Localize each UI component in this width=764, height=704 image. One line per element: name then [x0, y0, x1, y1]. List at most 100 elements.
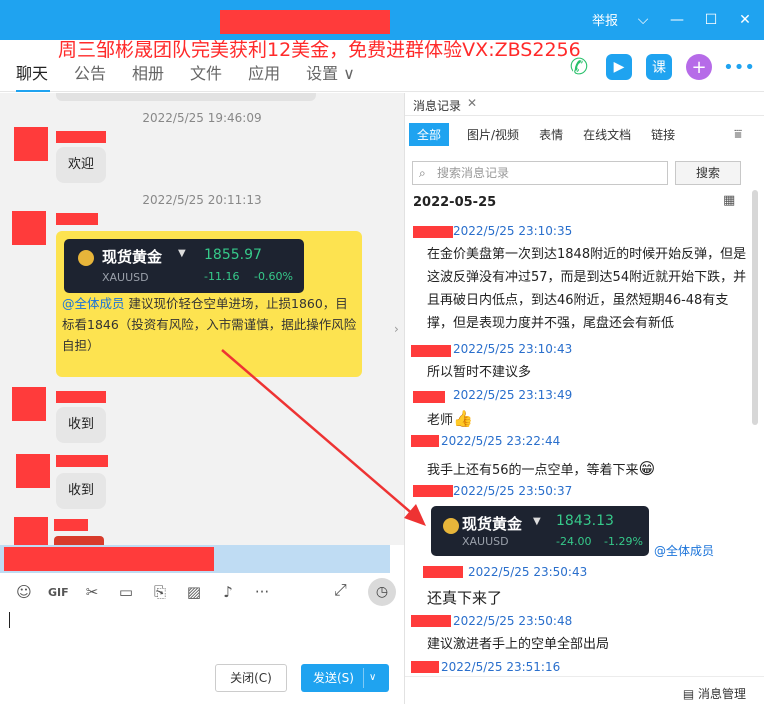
more-icon[interactable]: ••• — [723, 54, 755, 80]
redacted-sender — [56, 131, 106, 143]
video-icon[interactable]: ▶ — [606, 54, 632, 80]
search-button[interactable]: 搜索 — [675, 161, 741, 185]
gold-coin-icon — [78, 250, 94, 266]
redacted-sender — [411, 435, 439, 447]
message-time: 2022/5/25 23:10:35 — [453, 224, 573, 238]
send-separator — [363, 668, 364, 688]
tab-announcement[interactable]: 公告 — [74, 60, 106, 88]
quote-price: 1843.13 — [556, 513, 614, 529]
scissors-icon[interactable]: ✂ — [82, 583, 102, 601]
thumbs-up-icon: 👍 — [453, 409, 473, 428]
quote-change-pct: -1.29% — [604, 535, 643, 548]
close-icon[interactable]: ✕ — [467, 96, 477, 110]
red-packet-preview[interactable] — [54, 536, 104, 545]
more-tools-icon[interactable]: ··· — [252, 583, 272, 601]
tab-apps[interactable]: 应用 — [248, 60, 280, 88]
message-bubble: 收到 — [56, 473, 107, 509]
redacted-sender — [411, 345, 451, 357]
grinning-face-icon: 😁 — [638, 459, 656, 478]
gold-quote-card[interactable]: 现货黄金 ▼ XAUUSD 1843.13 -24.00 -1.29% — [431, 506, 649, 556]
image-icon[interactable]: ▨ — [184, 583, 204, 601]
history-tab-all[interactable]: 全部 — [409, 123, 450, 146]
expand-icon[interactable]: ⤢ — [334, 580, 347, 600]
history-message: 还真下来了 — [427, 589, 503, 607]
minimize-icon[interactable]: — — [668, 12, 686, 28]
history-tab-media[interactable]: 图片/视频 — [465, 126, 521, 143]
class-label: 课 — [652, 60, 666, 76]
gold-coin-icon — [443, 518, 459, 534]
doc-icon[interactable]: ⎘ — [150, 583, 170, 601]
tab-settings[interactable]: 设置 ∨ — [306, 60, 355, 88]
quote-name: 现货黄金 — [462, 515, 523, 533]
message-time: 2022/5/25 23:50:48 — [453, 614, 573, 628]
filter-icon[interactable]: ⩸ — [734, 127, 742, 142]
tab-album[interactable]: 相册 — [132, 60, 164, 88]
message-time: 2022/5/25 23:50:43 — [468, 565, 588, 579]
message-management-link[interactable]: ▤ 消息管理 — [683, 685, 746, 702]
tab-chat[interactable]: 聊天 — [16, 60, 48, 88]
message-bubble: 收到 — [56, 407, 107, 443]
history-tab-stickers[interactable]: 表情 — [537, 126, 565, 143]
redacted-sender — [423, 566, 463, 578]
redacted-sender — [56, 455, 108, 467]
report-link[interactable]: 举报 — [592, 10, 618, 29]
message-bubble: 欢迎 — [56, 147, 107, 183]
quote-symbol: XAUUSD — [462, 535, 509, 548]
redacted-sender — [56, 213, 98, 225]
active-tab-indicator — [16, 90, 50, 92]
caret-down-icon: ▼ — [533, 516, 541, 527]
send-options-chevron-icon[interactable]: ∨ — [369, 664, 376, 692]
search-icon: ⌕ — [419, 166, 426, 180]
quote-symbol: XAUUSD — [102, 271, 149, 284]
highlighted-message: 现货黄金 ▼ XAUUSD 1855.97 -11.16 -0.60% @全体成… — [56, 231, 362, 377]
message-time: 2022/5/25 23:51:16 — [441, 660, 561, 674]
collapse-chevron-icon[interactable]: › — [394, 322, 399, 336]
previous-message-bubble — [56, 93, 316, 101]
redacted-sender — [413, 226, 453, 238]
maximize-icon[interactable]: ☐ — [702, 12, 720, 28]
gif-icon[interactable]: GIF — [48, 586, 69, 599]
avatar[interactable] — [14, 127, 48, 161]
mention-all[interactable]: @全体成员 — [62, 296, 125, 311]
avatar[interactable] — [12, 211, 46, 245]
phone-icon[interactable]: ✆ — [566, 54, 592, 80]
close-icon[interactable]: ✕ — [736, 12, 754, 28]
send-button[interactable]: 发送(S) ∨ — [301, 664, 389, 692]
chevron-down-icon[interactable]: ⌵ — [634, 12, 652, 28]
history-message: 所以暂时不建议多 — [427, 365, 532, 380]
history-message: 老师👍 — [427, 407, 473, 432]
history-tab-docs[interactable]: 在线文档 — [581, 126, 633, 143]
redacted-sender — [54, 519, 88, 531]
message-text: @全体成员 建议现价轻仓空单进场，止损1860，目标看1846（投资有风险，入市… — [62, 293, 358, 356]
quote-change: -24.00 — [556, 535, 592, 548]
emoji-icon[interactable]: ☺ — [14, 583, 34, 601]
class-icon[interactable]: 课 — [646, 54, 672, 80]
message-time: 2022/5/25 23:10:43 — [453, 342, 573, 356]
tab-files[interactable]: 文件 — [190, 60, 222, 88]
folder-icon[interactable]: ▭ — [116, 583, 136, 601]
avatar[interactable] — [12, 387, 46, 421]
history-search-input[interactable]: ⌕ 搜索消息记录 — [412, 161, 668, 185]
calendar-icon[interactable]: ▦ — [723, 193, 735, 208]
quote-name: 现货黄金 — [102, 248, 163, 266]
avatar[interactable] — [14, 517, 48, 545]
history-clock-icon[interactable]: ◷ — [368, 578, 396, 606]
message-text: 老师 — [427, 413, 454, 428]
history-title: 消息记录 — [413, 99, 462, 113]
message-management-icon: ▤ — [682, 687, 695, 701]
plus-icon[interactable]: + — [686, 54, 712, 80]
mention-all[interactable]: @全体成员 — [654, 542, 714, 559]
message-text: 我手上还有56的一点空单，等着下来 — [427, 463, 639, 478]
history-tab-links[interactable]: 链接 — [649, 126, 677, 143]
redacted-sender — [411, 661, 439, 673]
avatar[interactable] — [16, 454, 50, 488]
close-button[interactable]: 关闭(C) — [215, 664, 287, 692]
chat-messages[interactable]: 2022/5/25 19:46:09 欢迎 2022/5/25 20:11:13… — [0, 93, 404, 545]
history-scrollbar[interactable] — [752, 190, 758, 425]
search-placeholder: 搜索消息记录 — [437, 166, 510, 180]
footer-label: 消息管理 — [697, 687, 746, 701]
caret-down-icon: ▼ — [178, 248, 186, 259]
redacted-sender — [413, 391, 445, 403]
gold-quote-card[interactable]: 现货黄金 ▼ XAUUSD 1855.97 -11.16 -0.60% — [64, 239, 304, 293]
bell-icon[interactable]: ♪ — [218, 583, 238, 601]
